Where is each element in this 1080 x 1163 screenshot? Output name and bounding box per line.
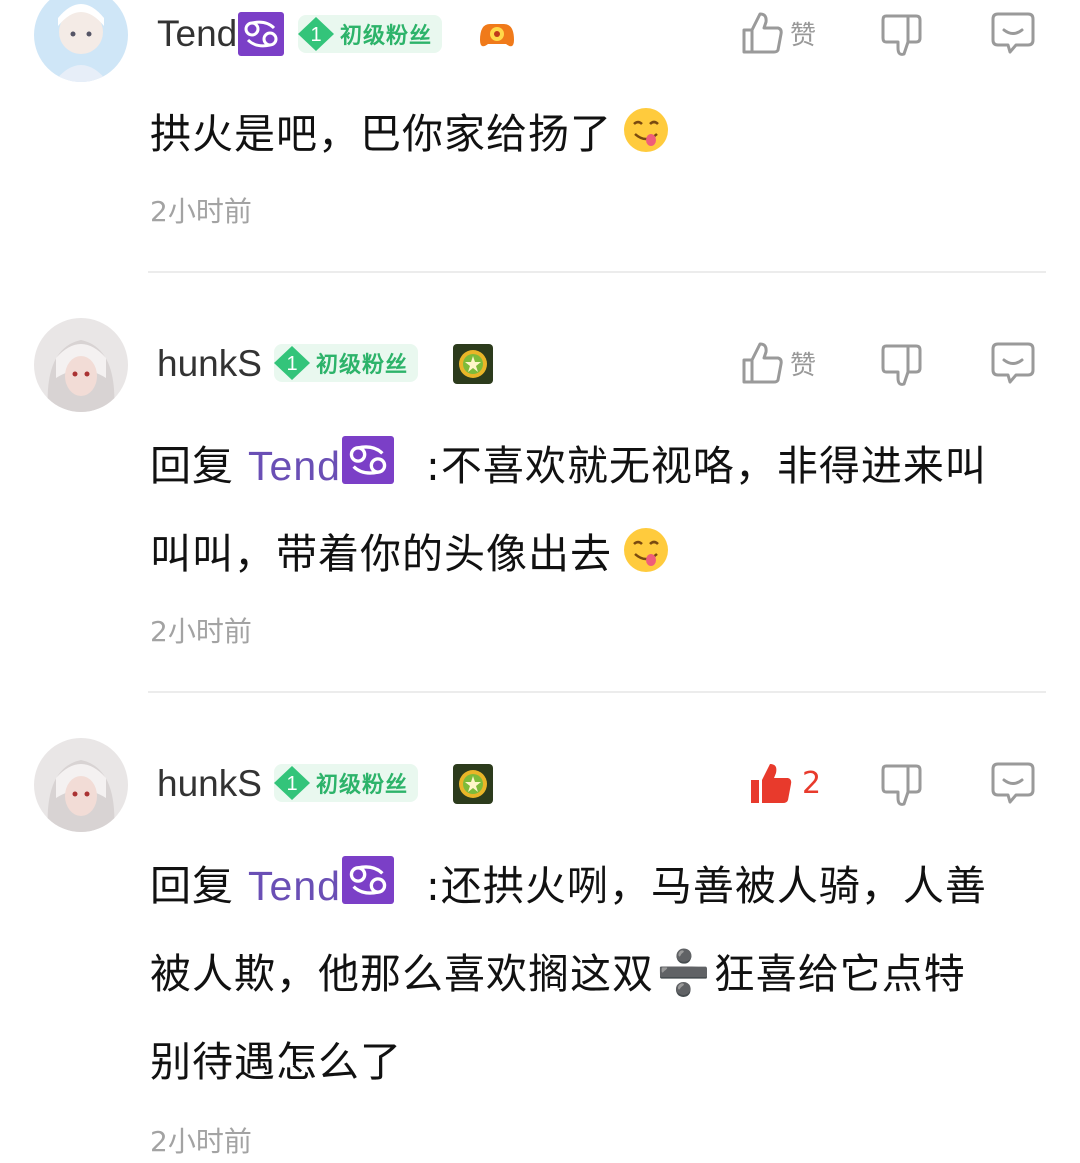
- yum-face-emoji-icon: [624, 528, 668, 572]
- username[interactable]: Tend: [157, 12, 285, 56]
- yum-face-emoji-icon: [624, 108, 668, 152]
- svg-text:1: 1: [310, 24, 321, 46]
- fan-gem-icon: 1: [272, 344, 312, 382]
- thumbs-up-filled-icon: [751, 764, 792, 803]
- star-medal-icon: [452, 763, 494, 805]
- comment-line: 叫叫，带着你的头像出去: [150, 510, 1050, 598]
- game-controller-medal-icon: [476, 14, 518, 56]
- cancer-zodiac-icon: [238, 12, 285, 56]
- dislike-button[interactable]: [880, 12, 924, 58]
- like-label: 赞: [790, 20, 817, 51]
- comment-line: 回复 Tend :不喜欢就无视咯，非得进来叫: [150, 422, 1050, 510]
- avatar[interactable]: [34, 0, 128, 82]
- username[interactable]: hunkS: [157, 762, 262, 806]
- thumbs-up-icon: [742, 342, 783, 384]
- comment-text: 回复 Tend :不喜欢就无视咯，非得进来叫 叫叫，带着你的头像出去: [150, 422, 1050, 598]
- timestamp: 2小时前: [150, 195, 252, 228]
- fan-level-badge[interactable]: 1 初级粉丝: [272, 764, 419, 802]
- star-medal-icon: [452, 343, 494, 385]
- thumbs-down-icon: [881, 764, 922, 806]
- like-button[interactable]: 2: [748, 760, 821, 806]
- fan-label: 初级粉丝: [316, 773, 409, 798]
- comment-bubble-icon: [991, 762, 1035, 804]
- divider: [148, 271, 1046, 273]
- divider: [148, 691, 1046, 693]
- avatar[interactable]: [34, 738, 128, 832]
- mention-link[interactable]: Tend: [248, 436, 394, 489]
- fan-label: 初级粉丝: [316, 353, 409, 378]
- reply-button[interactable]: [990, 340, 1036, 386]
- timestamp: 2小时前: [150, 615, 252, 648]
- username[interactable]: hunkS: [157, 342, 262, 386]
- avatar[interactable]: [34, 318, 128, 412]
- like-label: 赞: [790, 350, 817, 381]
- comment-line: 别待遇怎么了: [150, 1038, 402, 1086]
- timestamp: 2小时前: [150, 1125, 252, 1158]
- like-button[interactable]: 赞: [740, 10, 816, 56]
- like-count: 2: [802, 765, 822, 801]
- thumbs-up-icon: [742, 12, 783, 54]
- reply-button[interactable]: [990, 10, 1036, 56]
- reply-button[interactable]: [990, 760, 1036, 806]
- comment-line: 回复 Tend :还拱火咧，马善被人骑，人善: [150, 842, 1050, 930]
- comment-bubble-icon: [991, 12, 1035, 54]
- fan-gem-icon: 1: [296, 15, 336, 53]
- reply-prefix: 回复: [150, 442, 234, 490]
- fan-label: 初级粉丝: [340, 24, 433, 49]
- fan-level-badge[interactable]: 1 初级粉丝: [296, 15, 443, 53]
- comment-line: 被人欺，他那么喜欢搁这双➗狂喜给它点特: [150, 930, 1050, 1018]
- fan-level-badge[interactable]: 1 初级粉丝: [272, 344, 419, 382]
- svg-text:1: 1: [286, 353, 297, 375]
- reply-prefix: 回复: [150, 862, 234, 910]
- like-button[interactable]: 赞: [740, 340, 816, 386]
- comment-text: 拱火是吧，巴你家给扬了: [150, 90, 1050, 178]
- mention-link[interactable]: Tend: [248, 856, 394, 909]
- cancer-zodiac-icon: [341, 436, 394, 484]
- thumbs-down-icon: [881, 344, 922, 386]
- divide-emoji-icon: ➗: [656, 948, 712, 999]
- comment-bubble-icon: [991, 342, 1035, 384]
- thumbs-down-icon: [881, 14, 922, 56]
- dislike-button[interactable]: [880, 762, 924, 808]
- cancer-zodiac-icon: [341, 856, 394, 904]
- svg-text:1: 1: [286, 773, 297, 795]
- fan-gem-icon: 1: [272, 764, 312, 802]
- dislike-button[interactable]: [880, 342, 924, 388]
- comment-text: 回复 Tend :还拱火咧，马善被人骑，人善 被人欺，他那么喜欢搁这双➗狂喜给它…: [150, 842, 1050, 1106]
